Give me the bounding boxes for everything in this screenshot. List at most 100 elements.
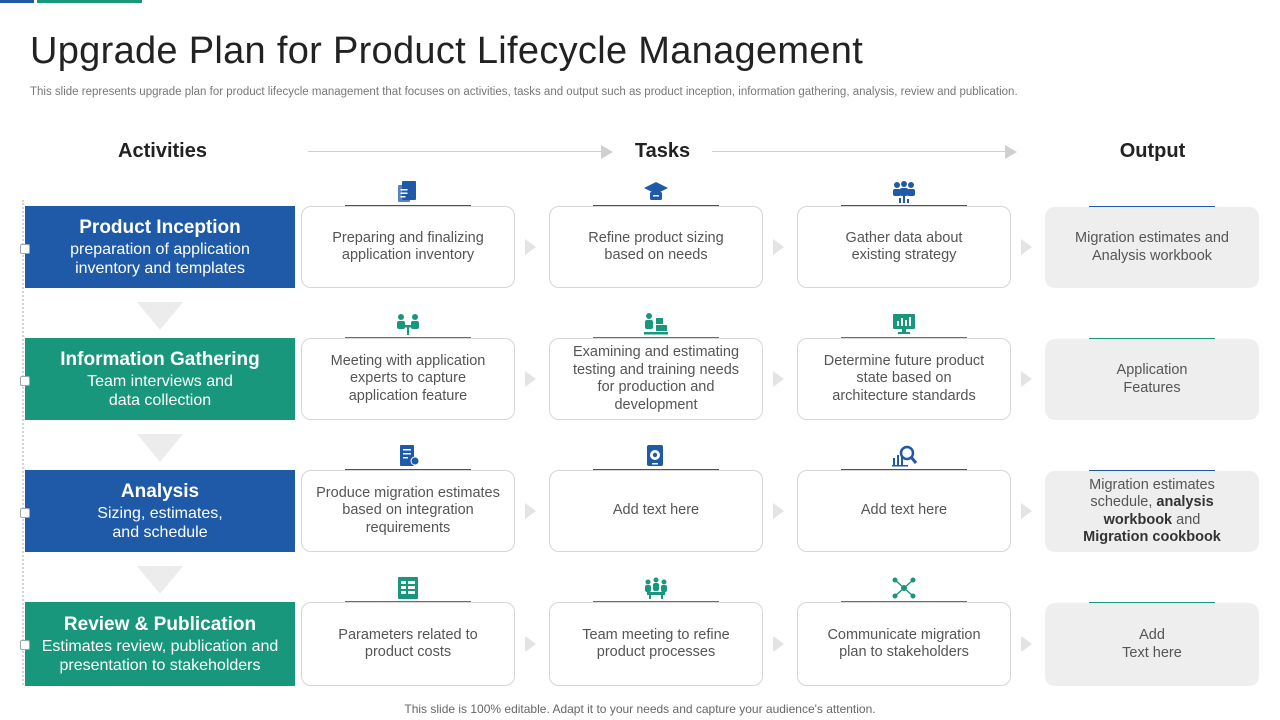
flow-arrow-to-tasks xyxy=(601,145,613,159)
flow-chevron xyxy=(773,371,784,387)
worker-boxes-icon xyxy=(643,312,669,336)
task-card: Add text here xyxy=(797,470,1011,552)
flow-chevron xyxy=(1021,636,1032,652)
task-text-line: development xyxy=(614,396,698,413)
timeline-marker xyxy=(20,244,30,254)
flow-chevron xyxy=(773,239,784,255)
flow-arrow-to-output xyxy=(1005,145,1017,159)
output-text-line: Text here xyxy=(1122,644,1182,661)
timeline-marker xyxy=(20,376,30,386)
activity-card: Information Gathering Team interviews and… xyxy=(25,338,295,420)
task-card: Examining and estimating testing and trai… xyxy=(549,338,763,420)
task-text-line: state based on xyxy=(856,370,952,387)
task-card: Preparing and finalizing application inve… xyxy=(301,206,515,288)
activity-desc-line: Sizing, estimates, xyxy=(97,505,223,522)
activity-card: Product Inception preparation of applicat… xyxy=(25,206,295,288)
task-text-line: experts to capture xyxy=(349,370,467,387)
task-text-line: Parameters related to xyxy=(338,626,478,643)
task-text-line: existing strategy xyxy=(851,247,957,263)
down-arrow xyxy=(137,566,183,594)
task-text-line: Examining and estimating xyxy=(572,344,740,360)
task-text-line: Communicate migration xyxy=(827,626,981,643)
output-text-segment: schedule, xyxy=(1090,494,1157,510)
flow-chevron xyxy=(525,371,536,387)
output-text-line: Migration estimates xyxy=(1083,477,1221,495)
task-text-line: application feature xyxy=(348,387,468,404)
monitor-chart-icon xyxy=(891,312,917,336)
activity-desc-line: inventory and templates xyxy=(75,260,245,277)
output-text-line: schedule, analysis xyxy=(1083,494,1221,512)
timeline-marker xyxy=(20,640,30,650)
meeting-table-icon xyxy=(395,312,421,336)
activity-title: Information Gathering xyxy=(60,349,260,370)
header-tasks: Tasks xyxy=(634,140,691,162)
page-title: Upgrade Plan for Product Lifecycle Manag… xyxy=(30,30,864,72)
down-arrow xyxy=(137,302,183,330)
flow-chevron xyxy=(1021,239,1032,255)
task-text-line: application inventory xyxy=(341,247,475,263)
task-text-line: Produce migration estimates xyxy=(316,484,500,501)
output-text-bold: Migration cookbook xyxy=(1083,529,1221,545)
task-text-line: product processes xyxy=(596,644,716,660)
output-text-segment: and xyxy=(1172,511,1201,528)
output-card: Migration estimates and Analysis workbook xyxy=(1045,207,1259,288)
task-text-line: requirements xyxy=(365,519,451,536)
accent-bar-green xyxy=(37,0,142,3)
output-card: Application Features xyxy=(1045,339,1259,420)
output-text-line: workbook and xyxy=(1083,512,1221,530)
activity-desc-line: Team interviews and xyxy=(87,373,233,390)
task-text-line: Team meeting to refine xyxy=(582,626,730,643)
task-card: Meeting with application experts to captu… xyxy=(301,338,515,420)
activity-card: Review & Publication Estimates review, pu… xyxy=(25,602,295,686)
task-text-line: Meeting with application xyxy=(330,352,486,369)
task-card: Gather data about existing strategy xyxy=(797,206,1011,288)
header-output: Output xyxy=(1119,140,1186,162)
output-card: Add Text here xyxy=(1045,603,1259,686)
output-text-line: Add xyxy=(1139,627,1165,643)
output-card: Migration estimates schedule, analysis wor… xyxy=(1045,471,1259,552)
flow-chevron xyxy=(1021,503,1032,519)
flow-chevron xyxy=(525,636,536,652)
output-text-bold: analysis xyxy=(1156,494,1214,510)
flow-chevron xyxy=(1021,371,1032,387)
task-card: Parameters related to product costs xyxy=(301,602,515,686)
output-text-line: Features xyxy=(1123,379,1181,396)
activity-title: Analysis xyxy=(120,481,200,502)
task-card: Communicate migration plan to stakeholder… xyxy=(797,602,1011,686)
task-text-line: product costs xyxy=(364,644,452,660)
output-text-line: Analysis workbook xyxy=(1091,247,1213,264)
activity-card: Analysis Sizing, estimates, and schedule xyxy=(25,470,295,552)
task-card: Add text here xyxy=(549,470,763,552)
output-text-line: Migration estimates and xyxy=(1075,230,1229,246)
task-card: Refine product sizing based on needs xyxy=(549,206,763,288)
flow-line-activities-tasks xyxy=(308,151,602,152)
footer-note: This slide is 100% editable. Adapt it to… xyxy=(404,702,876,716)
output-text-line: Application xyxy=(1116,362,1188,378)
team-meeting-icon xyxy=(643,576,669,600)
task-text-line: Preparing and finalizing xyxy=(332,229,484,246)
task-text-line: plan to stakeholders xyxy=(839,644,969,660)
task-text-line: Add text here xyxy=(612,502,700,519)
down-arrow xyxy=(137,434,183,462)
activity-desc-line: presentation to stakeholders xyxy=(59,657,261,674)
output-text-line: Migration cookbook xyxy=(1083,529,1221,547)
flow-chevron xyxy=(525,239,536,255)
graduation-cap-icon xyxy=(643,180,669,204)
page-subtitle: This slide represents upgrade plan for p… xyxy=(30,86,1018,98)
flow-chevron xyxy=(525,503,536,519)
task-text-line: testing and training needs xyxy=(572,361,740,378)
magnifier-chart-icon xyxy=(891,444,917,468)
timeline-dotted-line xyxy=(22,200,24,685)
task-text-line: based on needs xyxy=(604,247,708,263)
task-text-line: Add text here xyxy=(860,502,948,519)
tablet-gear-icon xyxy=(643,444,669,468)
timeline-marker xyxy=(20,508,30,518)
task-text-line: for production and xyxy=(597,379,715,395)
activity-desc-line: Estimates review, publication and xyxy=(41,638,279,655)
task-text-line: Determine future product xyxy=(823,352,985,369)
activity-desc-line: preparation of application xyxy=(70,241,250,258)
task-card: Produce migration estimates based on inte… xyxy=(301,470,515,552)
spreadsheet-icon xyxy=(395,576,421,600)
task-text-line: architecture standards xyxy=(832,387,976,404)
accent-bar-blue xyxy=(0,0,34,3)
